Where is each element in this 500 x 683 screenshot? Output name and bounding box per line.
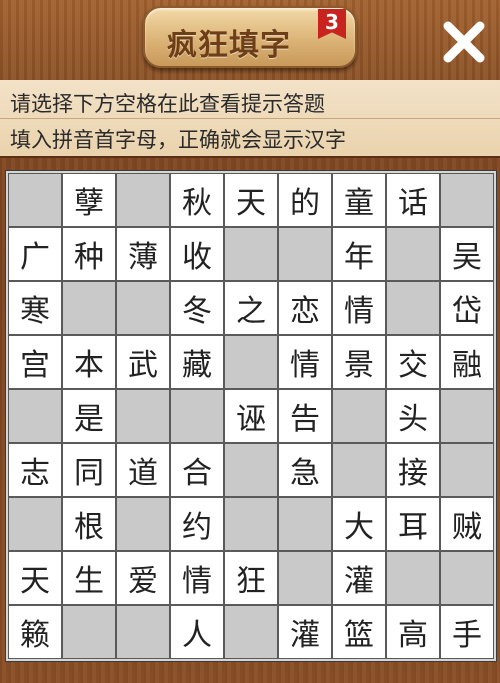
grid-cell-blocked [170,389,224,443]
grid-cell[interactable]: 狂 [224,551,278,605]
hint-divider [0,118,500,119]
crossword-grid: 孽秋天的童话广种薄收年吴寒冬之恋情岱宫本武藏情景交融是诬告头志同道合急接根约大耳… [8,173,494,659]
grid-cell[interactable]: 融 [440,335,494,389]
grid-cell-blocked [440,173,494,227]
grid-cell-blocked [8,497,62,551]
grid-cell[interactable]: 人 [170,605,224,659]
top-bar: 疯狂填字 3 [0,0,500,82]
grid-cell[interactable]: 情 [278,335,332,389]
close-icon [443,21,485,63]
grid-cell[interactable]: 冬 [170,281,224,335]
grid-cell-blocked [440,551,494,605]
grid-cell[interactable]: 天 [224,173,278,227]
grid-cell-blocked [62,281,116,335]
grid-cell[interactable]: 的 [278,173,332,227]
close-button[interactable] [440,18,488,66]
grid-cell[interactable]: 种 [62,227,116,281]
grid-cell[interactable]: 告 [278,389,332,443]
grid-cell-blocked [332,443,386,497]
grid-cell[interactable]: 耳 [386,497,440,551]
grid-cell[interactable]: 约 [170,497,224,551]
grid-cell[interactable]: 广 [8,227,62,281]
grid-cell[interactable]: 接 [386,443,440,497]
grid-cell-blocked [224,605,278,659]
grid-cell-blocked [278,227,332,281]
grid-cell-blocked [386,551,440,605]
hint-line-2: 填入拼音首字母，正确就会显示汉字 [10,128,346,152]
grid-cell[interactable]: 天 [8,551,62,605]
grid-cell[interactable]: 合 [170,443,224,497]
game-screen: 疯狂填字 3 请选择下方空格在此查看提示答题 填入拼音首字母，正确就会显示汉字 … [0,0,500,683]
grid-cell-blocked [224,335,278,389]
grid-cell[interactable]: 薄 [116,227,170,281]
grid-cell[interactable]: 武 [116,335,170,389]
hint-panel: 请选择下方空格在此查看提示答题 填入拼音首字母，正确就会显示汉字 [0,80,500,158]
grid-cell[interactable]: 贼 [440,497,494,551]
grid-cell-blocked [224,497,278,551]
grid-cell-blocked [116,173,170,227]
grid-cell[interactable]: 篮 [332,605,386,659]
grid-cell[interactable]: 本 [62,335,116,389]
grid-cell[interactable]: 手 [440,605,494,659]
grid-cell-blocked [116,281,170,335]
grid-cell[interactable]: 吴 [440,227,494,281]
grid-cell-blocked [62,605,116,659]
grid-cell[interactable]: 童 [332,173,386,227]
grid-cell-blocked [116,605,170,659]
grid-cell-blocked [224,227,278,281]
grid-cell[interactable]: 灌 [278,605,332,659]
hint-line-1: 请选择下方空格在此查看提示答题 [10,92,325,116]
grid-cell[interactable]: 高 [386,605,440,659]
grid-cell-blocked [440,389,494,443]
grid-cell[interactable]: 岱 [440,281,494,335]
grid-cell[interactable]: 秋 [170,173,224,227]
grid-cell[interactable]: 同 [62,443,116,497]
grid-cell[interactable]: 头 [386,389,440,443]
grid-cell[interactable]: 寒 [8,281,62,335]
grid-cell-blocked [386,281,440,335]
game-title: 疯狂填字 [167,28,291,63]
grid-cell[interactable]: 急 [278,443,332,497]
grid-cell[interactable]: 景 [332,335,386,389]
grid-cell[interactable]: 宫 [8,335,62,389]
grid-cell[interactable]: 情 [332,281,386,335]
grid-cell[interactable]: 是 [62,389,116,443]
grid-cell[interactable]: 诬 [224,389,278,443]
grid-cell[interactable]: 道 [116,443,170,497]
grid-cell[interactable]: 灌 [332,551,386,605]
grid-cell-blocked [224,443,278,497]
grid-cell[interactable]: 大 [332,497,386,551]
grid-cell-blocked [440,443,494,497]
grid-cell-blocked [116,389,170,443]
grid-cell-blocked [332,389,386,443]
grid-cell[interactable]: 情 [170,551,224,605]
grid-cell-blocked [278,497,332,551]
grid-cell[interactable]: 孽 [62,173,116,227]
grid-cell-blocked [386,227,440,281]
grid-cell[interactable]: 年 [332,227,386,281]
grid-cell[interactable]: 之 [224,281,278,335]
game-logo: 疯狂填字 3 [143,6,357,68]
grid-cell[interactable]: 藏 [170,335,224,389]
grid-cell[interactable]: 根 [62,497,116,551]
grid-cell[interactable]: 话 [386,173,440,227]
crossword-board: 孽秋天的童话广种薄收年吴寒冬之恋情岱宫本武藏情景交融是诬告头志同道合急接根约大耳… [5,170,497,662]
grid-cell[interactable]: 生 [62,551,116,605]
grid-cell-blocked [8,389,62,443]
grid-cell[interactable]: 恋 [278,281,332,335]
grid-cell-blocked [8,173,62,227]
grid-cell-blocked [278,551,332,605]
grid-cell[interactable]: 志 [8,443,62,497]
grid-cell-blocked [116,497,170,551]
grid-cell[interactable]: 交 [386,335,440,389]
grid-cell[interactable]: 收 [170,227,224,281]
level-badge: 3 [318,9,346,39]
grid-cell[interactable]: 爱 [116,551,170,605]
grid-cell[interactable]: 籁 [8,605,62,659]
